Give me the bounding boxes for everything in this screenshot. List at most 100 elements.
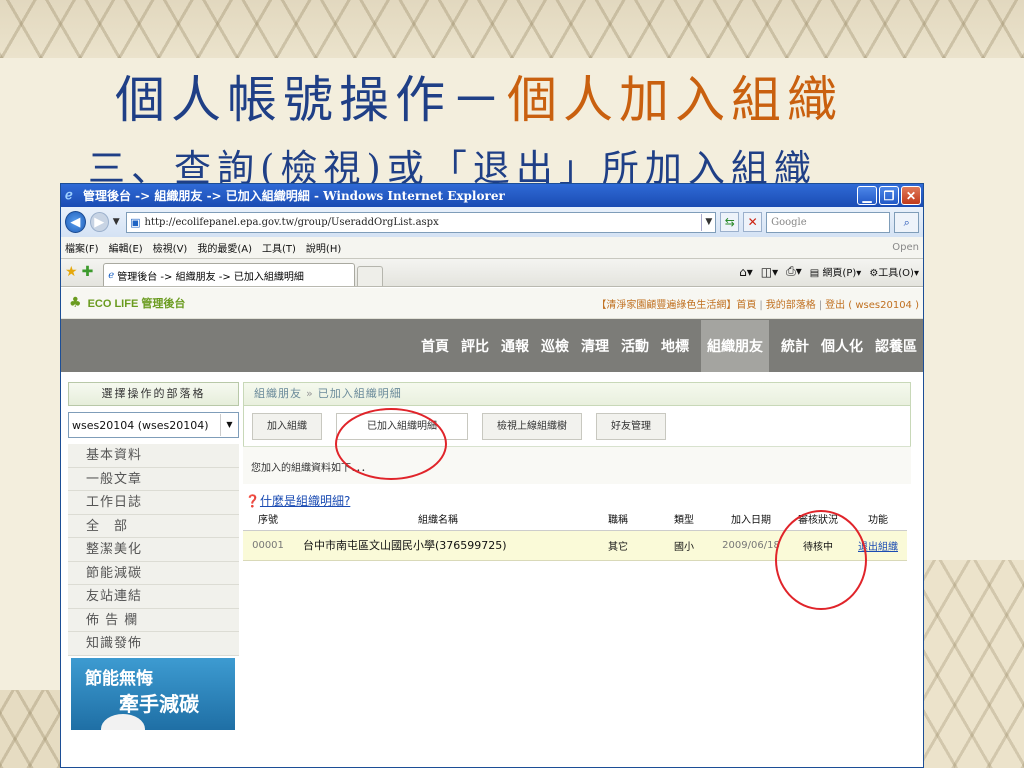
sidebar-item-all[interactable]: 全 部 bbox=[68, 514, 239, 538]
browser-tab-title: 管理後台 -> 組織朋友 -> 已加入組織明細 bbox=[117, 271, 304, 283]
energy-banner[interactable]: 節能無悔 牽手減碳 bbox=[71, 657, 235, 730]
col-title: 職稱 bbox=[583, 508, 653, 531]
decorative-border-right bbox=[920, 560, 1024, 768]
menu-edit[interactable]: 編輯(E) bbox=[109, 240, 143, 255]
col-org-name: 組織名稱 bbox=[293, 508, 583, 531]
cell-serial: 00001 bbox=[243, 530, 293, 561]
favorites-star-icon[interactable]: ★ bbox=[65, 264, 78, 280]
cell-title: 其它 bbox=[583, 530, 653, 561]
cell-org-name: 台中市南屯區文山國民小學(376599725) bbox=[293, 530, 583, 561]
nav-report[interactable]: 通報 bbox=[501, 336, 529, 356]
forward-button[interactable]: ▶ bbox=[89, 212, 109, 232]
page-menu[interactable]: ▤ 網頁(P)▾ bbox=[810, 264, 862, 279]
address-bar: ◀ ▶ ▼ ▣ http://ecolifepanel.epa.gov.tw/g… bbox=[61, 207, 923, 237]
col-function: 功能 bbox=[849, 508, 907, 531]
tab-org-tree[interactable]: 檢視上線組織樹 bbox=[482, 412, 582, 440]
slide-title-part2: 個人加入組織 bbox=[507, 71, 843, 129]
site-header: ♣ ECO LIFE 管理後台 【清淨家園顧豐遍綠色生活網】首頁 | 我的部落格 | 登… bbox=[61, 288, 923, 319]
nav-adoption[interactable]: 認養區 bbox=[875, 336, 917, 356]
help-link[interactable]: ❓什麼是組織明細? bbox=[243, 492, 911, 508]
menu-help[interactable]: 說明(H) bbox=[306, 240, 341, 255]
breadcrumb: 組織朋友 » 已加入組織明細 bbox=[243, 382, 911, 406]
search-icon[interactable]: ⌕ bbox=[894, 211, 919, 233]
nav-activities[interactable]: 活動 bbox=[621, 336, 649, 356]
menu-favorites[interactable]: 我的最愛(A) bbox=[197, 240, 252, 255]
header-links: 【清淨家園顧豐遍綠色生活網】首頁 | 我的部落格 | 登出 ( wses20104 ) bbox=[596, 299, 919, 311]
blog-select[interactable]: wses20104 (wses20104) ▼ bbox=[68, 412, 239, 438]
tools-menu[interactable]: ⚙工具(O)▾ bbox=[869, 264, 919, 279]
sidebar-item-energy[interactable]: 節能減碳 bbox=[68, 561, 239, 585]
slide-title: 個人帳號操作－個人加入組織 bbox=[115, 60, 843, 130]
eco-leaf-icon: ♣ bbox=[69, 295, 82, 311]
url-text: http://ecolifepanel.epa.gov.tw/group/Use… bbox=[144, 216, 439, 228]
col-serial: 序號 bbox=[243, 508, 293, 531]
sidebar-item-work-log[interactable]: 工作日誌 bbox=[68, 491, 239, 515]
menu-file[interactable]: 檔案(F) bbox=[65, 240, 99, 255]
sidebar-item-articles[interactable]: 一般文章 bbox=[68, 467, 239, 491]
back-button[interactable]: ◀ bbox=[65, 211, 86, 233]
blog-select-value: wses20104 (wses20104) bbox=[72, 418, 209, 432]
maximize-button[interactable]: ❐ bbox=[879, 186, 899, 205]
nav-personalize[interactable]: 個人化 bbox=[821, 336, 863, 356]
sidebar-heading: 選擇操作的部落格 bbox=[68, 382, 239, 406]
decorative-border-left bbox=[0, 690, 60, 768]
home-icon[interactable]: ⌂▾ bbox=[739, 265, 753, 279]
header-link-logout[interactable]: 登出 ( wses20104 ) bbox=[825, 300, 919, 311]
site-brand: ECO LIFE 管理後台 bbox=[87, 298, 186, 310]
nav-home[interactable]: 首頁 bbox=[421, 336, 449, 356]
sidebar-item-links[interactable]: 友站連結 bbox=[68, 585, 239, 609]
url-field[interactable]: ▣ http://ecolifepanel.epa.gov.tw/group/U… bbox=[126, 211, 717, 233]
print-icon[interactable]: ⎙▾ bbox=[786, 264, 802, 279]
window-titlebar: ℯ 管理後台 -> 組織朋友 -> 已加入組織明細 - Windows Inte… bbox=[61, 184, 923, 207]
annotation-circle-status bbox=[775, 510, 867, 610]
breadcrumb-root[interactable]: 組織朋友 bbox=[254, 387, 302, 400]
new-tab-button[interactable] bbox=[357, 266, 384, 286]
close-button[interactable]: ✕ bbox=[901, 186, 921, 205]
decorative-border-top bbox=[0, 0, 1024, 58]
sidebar-menu: 基本資料 一般文章 工作日誌 全 部 整潔美化 節能減碳 友站連結 佈 告 欄 … bbox=[68, 444, 243, 656]
annotation-circle-tab bbox=[335, 408, 447, 480]
help-link-text: 什麼是組織明細? bbox=[259, 494, 351, 508]
sidebar-item-basic-info[interactable]: 基本資料 bbox=[68, 444, 239, 468]
nav-cleanup[interactable]: 清理 bbox=[581, 336, 609, 356]
sidebar-item-bulletin[interactable]: 佈 告 欄 bbox=[68, 608, 239, 632]
search-input[interactable]: Google bbox=[766, 211, 891, 233]
nav-inspection[interactable]: 巡檢 bbox=[541, 336, 569, 356]
minimize-button[interactable]: ▁ bbox=[857, 186, 877, 205]
tab-friends[interactable]: 好友管理 bbox=[596, 412, 666, 440]
menu-tools[interactable]: 工具(T) bbox=[262, 240, 296, 255]
help-question-icon: ❓ bbox=[245, 494, 260, 508]
browser-tab-active[interactable]: ℯ 管理後台 -> 組織朋友 -> 已加入組織明細 bbox=[103, 263, 356, 286]
command-bar: ⌂▾ ◫▾ ⎙▾ ▤ 網頁(P)▾ ⚙工具(O)▾ bbox=[739, 264, 919, 279]
breadcrumb-separator: » bbox=[306, 387, 314, 400]
ie-icon: ℯ bbox=[65, 187, 73, 203]
tab-join-org[interactable]: 加入組織 bbox=[252, 412, 322, 440]
sidebar-item-cleanup[interactable]: 整潔美化 bbox=[68, 538, 239, 562]
feeds-icon[interactable]: ◫▾ bbox=[761, 265, 778, 279]
sidebar: 選擇操作的部落格 wses20104 (wses20104) ▼ 基本資料 一般… bbox=[61, 372, 243, 730]
refresh-icon[interactable]: ⇆ bbox=[720, 212, 740, 232]
url-dropdown-icon[interactable]: ▼ bbox=[701, 213, 715, 231]
nav-landmarks[interactable]: 地標 bbox=[661, 336, 689, 356]
nav-rating[interactable]: 評比 bbox=[461, 336, 489, 356]
page-icon: ▣ bbox=[130, 215, 141, 229]
slide-title-part1: 個人帳號操作－ bbox=[115, 71, 507, 129]
add-favorites-icon[interactable]: ✚ bbox=[82, 264, 94, 280]
breadcrumb-current: 已加入組織明細 bbox=[317, 387, 402, 400]
tab-bar: ★ ✚ ℯ 管理後台 -> 組織朋友 -> 已加入組織明細 ⌂▾ ◫▾ ⎙▾ ▤… bbox=[61, 259, 923, 287]
nav-statistics[interactable]: 統計 bbox=[781, 336, 809, 356]
header-link-blog[interactable]: 我的部落格 bbox=[766, 300, 816, 311]
history-dropdown-icon[interactable]: ▼ bbox=[113, 217, 122, 227]
banner-line1: 節能無悔 bbox=[85, 668, 153, 689]
menu-view[interactable]: 檢視(V) bbox=[153, 240, 188, 255]
sidebar-item-knowledge[interactable]: 知識發佈 bbox=[68, 632, 239, 656]
stop-icon[interactable]: ✕ bbox=[743, 212, 763, 232]
header-link-home[interactable]: 【清淨家園顧豐遍綠色生活網】首頁 bbox=[596, 300, 756, 311]
banner-line2: 牽手減碳 bbox=[119, 691, 199, 716]
nav-org-friends[interactable]: 組織朋友 bbox=[701, 319, 769, 372]
page-menu-icon: ▤ bbox=[809, 268, 820, 279]
chevron-down-icon: ▼ bbox=[220, 414, 238, 436]
ie-tab-icon: ℯ bbox=[108, 269, 115, 281]
open-button[interactable]: Open bbox=[892, 242, 919, 253]
gear-icon: ⚙ bbox=[869, 268, 879, 279]
